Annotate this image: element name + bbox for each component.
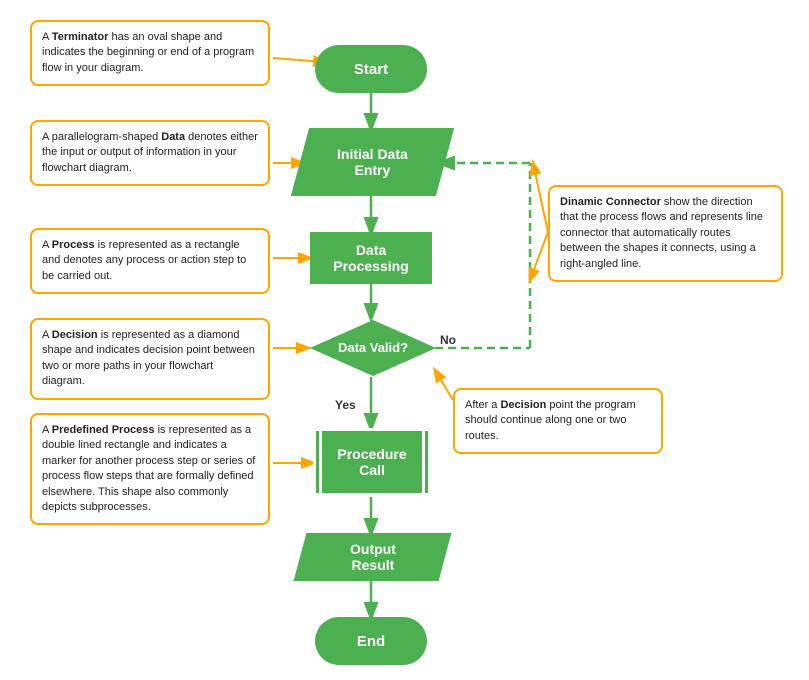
start-shape: Start — [315, 45, 427, 93]
annotation-predefined-title: Predefined Process — [52, 424, 155, 436]
annotation-decision-title: Decision — [52, 329, 98, 341]
data-processing-shape: DataProcessing — [310, 232, 432, 284]
output-result-shape: OutputResult — [300, 533, 445, 581]
annotation-decision: A Decision is represented as a diamond s… — [30, 318, 270, 400]
annotation-decision-note-title: Decision — [500, 399, 546, 411]
annotation-data-title: Data — [161, 131, 185, 143]
annotation-data: A parallelogram-shaped Data denotes eith… — [30, 120, 270, 186]
annotation-process: A Process is represented as a rectangle … — [30, 228, 270, 294]
data-shape-initial: Initial DataEntry — [291, 128, 454, 196]
annotation-dynamic-connector: Dinamic Connector show the direction tha… — [548, 185, 783, 282]
initial-data-entry-shape: Initial DataEntry — [300, 128, 445, 196]
annotation-terminator: A Terminator has an oval shape and indic… — [30, 20, 270, 86]
annotation-predefined: A Predefined Process is represented as a… — [30, 413, 270, 525]
end-terminator: End — [315, 617, 427, 665]
start-terminator: Start — [315, 45, 427, 93]
decision-shape: Data Valid? — [308, 318, 438, 383]
svg-text:Data Valid?: Data Valid? — [338, 340, 408, 355]
predefined-process-rect: ProcedureCall — [313, 428, 431, 496]
procedure-call-shape: ProcedureCall — [313, 428, 431, 496]
yes-label: Yes — [335, 398, 356, 412]
diagram-container: Start Initial DataEntry DataProcessing D… — [0, 0, 809, 680]
no-label: No — [440, 333, 456, 347]
annotation-decision-note: After a Decision point the program shoul… — [453, 388, 663, 454]
data-shape-output: OutputResult — [294, 533, 452, 581]
process-rectangle: DataProcessing — [310, 232, 432, 284]
annotation-process-title: Process — [52, 239, 95, 251]
annotation-terminator-title: Terminator — [52, 31, 109, 43]
annotation-connector-title: Dinamic Connector — [560, 196, 661, 208]
end-shape: End — [315, 617, 427, 665]
